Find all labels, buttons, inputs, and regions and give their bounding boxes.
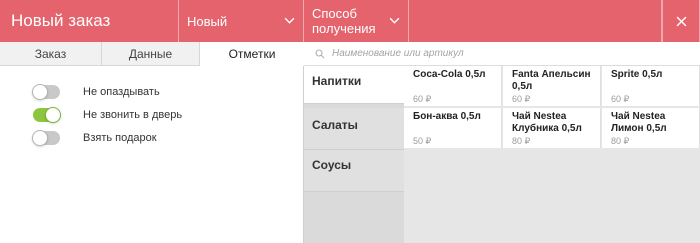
header-spacer: [409, 0, 662, 42]
toggle-row-dont-be-late: Не опаздывать: [32, 84, 273, 100]
product-card[interactable]: Чай Nestea Лимон 0,5л 80 ₽: [602, 108, 700, 148]
tab-data-label: Данные: [128, 46, 173, 61]
category-label: Напитки: [312, 74, 362, 88]
close-icon: [676, 16, 686, 26]
product-price: 60 ₽: [413, 94, 432, 104]
search-icon: [315, 48, 325, 58]
toggle-dont-be-late[interactable]: [32, 84, 60, 100]
product-card[interactable]: Чай Nestea Клубника 0,5л 80 ₽: [503, 108, 601, 148]
category-salads[interactable]: Салаты: [304, 108, 404, 150]
order-panel: Заказ Данные Отметки Не опаздывать Не зв…: [0, 42, 304, 243]
tab-bar: Заказ Данные Отметки: [0, 42, 304, 66]
delivery-method-dropdown[interactable]: Способ получения: [304, 0, 409, 42]
product-name: Sprite 0,5л: [611, 69, 663, 80]
product-price: 80 ₽: [611, 136, 630, 146]
product-name: Бон-аква 0,5л: [413, 111, 481, 122]
tab-notes[interactable]: Отметки: [200, 42, 304, 66]
status-dropdown[interactable]: Новый: [179, 0, 304, 42]
product-name: Чай Nestea Клубника 0,5л: [512, 111, 582, 134]
toggle-label: Не звонить в дверь: [83, 109, 183, 121]
toggle-row-take-gift: Взять подарок: [32, 130, 273, 146]
page-title-text: Новый заказ: [11, 11, 111, 30]
toggle-dont-ring-door[interactable]: [33, 107, 61, 123]
header-bar: Новый заказ Новый Способ получения: [0, 0, 700, 42]
order-window: Новый заказ Новый Способ получения Заказ…: [0, 0, 700, 243]
chevron-down-icon: [389, 17, 400, 24]
page-title: Новый заказ: [0, 0, 179, 42]
search-placeholder: Наименование или артикул: [332, 48, 464, 59]
product-search[interactable]: Наименование или артикул: [304, 42, 700, 66]
product-price: 80 ₽: [512, 136, 531, 146]
toggle-knob: [45, 107, 61, 123]
chevron-down-icon: [284, 17, 295, 24]
product-name: Fanta Апельсин 0,5л: [512, 69, 591, 92]
category-sauces[interactable]: Соусы: [304, 150, 404, 192]
status-value: Новый: [187, 13, 228, 29]
toggle-row-dont-ring-door: Не звонить в дверь: [33, 107, 273, 123]
toggle-label: Не опаздывать: [83, 86, 160, 98]
product-name: Чай Nestea Лимон 0,5л: [611, 111, 667, 134]
product-price: 60 ₽: [611, 94, 630, 104]
toggle-take-gift[interactable]: [32, 130, 60, 146]
toggle-knob: [32, 84, 48, 100]
toggle-label: Взять подарок: [83, 132, 157, 144]
product-card[interactable]: Sprite 0,5л 60 ₽: [602, 66, 700, 106]
category-list: Напитки Салаты Соусы: [304, 66, 404, 243]
product-price: 60 ₽: [512, 94, 531, 104]
tab-notes-label: Отметки: [228, 46, 276, 61]
tab-order-label: Заказ: [34, 46, 67, 61]
toggle-knob: [32, 130, 48, 146]
category-drinks[interactable]: Напитки: [304, 66, 404, 104]
close-button[interactable]: [662, 0, 700, 42]
product-card[interactable]: Fanta Апельсин 0,5л 60 ₽: [503, 66, 601, 106]
category-label: Соусы: [312, 158, 352, 172]
product-grid: Coca-Cola 0,5л 60 ₽ Fanta Апельсин 0,5л …: [404, 66, 700, 243]
tab-order[interactable]: Заказ: [0, 42, 102, 66]
product-price: 50 ₽: [413, 136, 432, 146]
product-card[interactable]: Бон-аква 0,5л 50 ₽: [404, 108, 502, 148]
product-name: Coca-Cola 0,5л: [413, 69, 486, 80]
category-label: Салаты: [312, 118, 358, 132]
product-card[interactable]: Coca-Cola 0,5л 60 ₽: [404, 66, 502, 106]
tab-data[interactable]: Данные: [102, 42, 200, 66]
